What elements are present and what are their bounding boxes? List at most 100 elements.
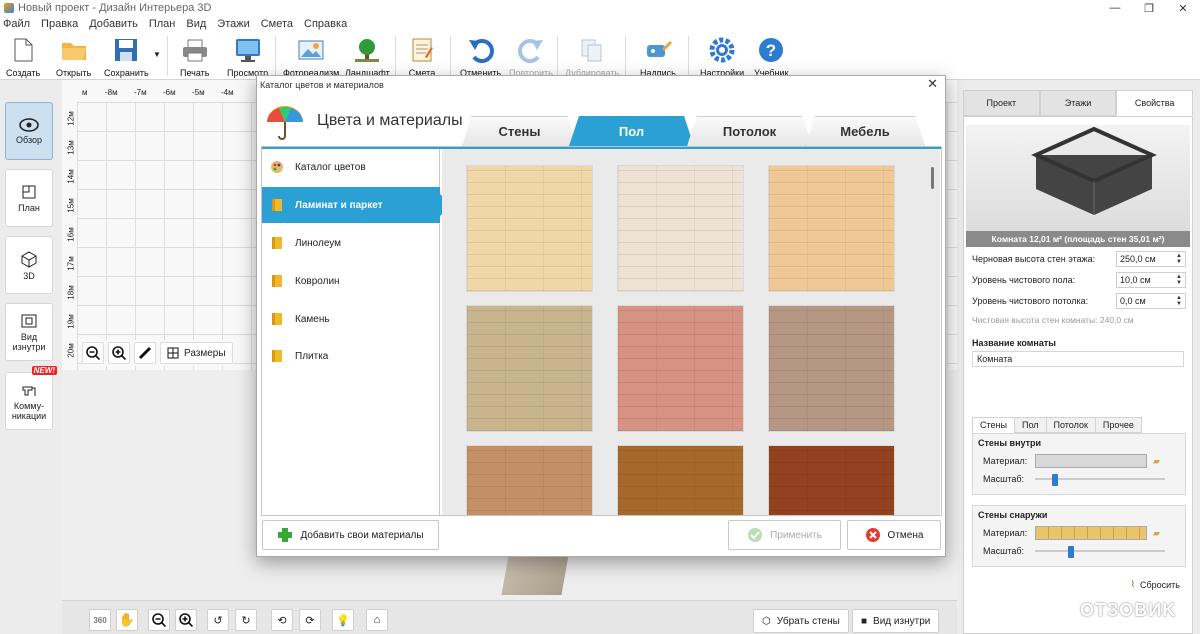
material-tile[interactable] [466, 305, 593, 432]
cancel-button[interactable]: Отмена [847, 520, 941, 550]
menu-edit[interactable]: Правка [41, 18, 78, 30]
subtab-floor[interactable]: Пол [1013, 417, 1047, 433]
category-colors[interactable]: Каталог цветов [262, 149, 440, 185]
save-button[interactable]: Сохранить [104, 36, 149, 78]
ceiling-level-spinner[interactable]: 0,0 см ▲ ▼ [1116, 293, 1186, 309]
communications-button[interactable]: NEW! Комму-никации [5, 366, 57, 430]
measure-button[interactable] [134, 342, 156, 364]
inner-material-swatch[interactable] [1035, 454, 1147, 468]
tab-floor[interactable]: Пол [569, 116, 694, 146]
category-laminate[interactable]: Ламинат и паркет [262, 187, 451, 223]
new-file-icon [9, 36, 37, 64]
tab-ceiling[interactable]: Потолок [687, 116, 812, 146]
tab-floors[interactable]: Этажи [1039, 90, 1117, 116]
palette-icon [270, 160, 284, 174]
tab-project[interactable]: Проект [963, 90, 1040, 116]
outer-scale-slider[interactable] [1035, 546, 1165, 558]
gear-icon [708, 36, 736, 64]
menu-help[interactable]: Справка [304, 18, 347, 30]
material-tile[interactable] [617, 305, 744, 432]
tilt-down-button[interactable]: ⟳ [299, 609, 321, 631]
3d-view-button[interactable]: 3D [5, 236, 53, 294]
category-tile[interactable]: Плитка [262, 338, 440, 374]
category-stone[interactable]: Камень [262, 301, 440, 337]
duplicate-button[interactable]: Дублировать [565, 36, 619, 78]
menu-plan[interactable]: План [149, 18, 176, 30]
remove-walls-button[interactable]: ⬡ Убрать стены [753, 609, 849, 633]
outer-material-swatch[interactable] [1035, 526, 1147, 540]
undo-icon [467, 36, 495, 64]
reset-button[interactable]: ⌇ Сбросить [1131, 579, 1180, 590]
menu-estimate[interactable]: Смета [261, 18, 293, 30]
add-materials-button[interactable]: Добавить свои материалы [262, 520, 439, 550]
subtab-ceiling[interactable]: Потолок [1045, 417, 1096, 433]
help-icon: ? [757, 36, 785, 64]
subtab-other[interactable]: Прочее [1094, 417, 1142, 433]
floor-level-spinner[interactable]: 10,0 см ▲ ▼ [1116, 272, 1186, 288]
category-carpet[interactable]: Ковролин [262, 263, 440, 299]
settings-button[interactable]: Настройки [700, 36, 744, 78]
material-tile[interactable] [466, 445, 593, 515]
menu-view[interactable]: Вид [186, 18, 206, 30]
plan-view-button[interactable]: План [5, 169, 53, 227]
create-button[interactable]: Создать [6, 36, 40, 78]
floor-height-spinner[interactable]: 250,0 см ▲ ▼ [1116, 251, 1186, 267]
estimate-button[interactable]: Смета [408, 36, 436, 78]
material-tile[interactable] [466, 165, 593, 292]
3d-toolbar: 360 ✋ ↺ ↻ ⟲ ⟳ 💡 ⌂ ⬡ Убрать стены ■ Вид изн… [62, 600, 957, 634]
tutorial-button[interactable]: ? Учебник [754, 36, 788, 78]
menu-file[interactable]: Файл [3, 18, 30, 30]
close-icon[interactable]: ✕ [1166, 0, 1200, 16]
home-view-button[interactable]: ⌂ [366, 609, 388, 631]
landscape-button[interactable]: Ландшафт [345, 36, 390, 78]
zoom-in-button[interactable] [108, 342, 130, 364]
tab-furniture[interactable]: Мебель [805, 116, 925, 146]
zoom-out-icon [152, 613, 166, 627]
apply-button[interactable]: Применить [728, 520, 841, 550]
material-tile[interactable] [617, 445, 744, 515]
sizes-button[interactable]: Размеры [160, 342, 233, 364]
material-tile[interactable] [768, 165, 895, 292]
rotate-right-button[interactable]: ↻ [235, 609, 257, 631]
zoom-out-button[interactable] [82, 342, 104, 364]
pan-button[interactable]: ✋ [116, 609, 138, 631]
photorealism-button[interactable]: Фотореализм [283, 36, 339, 78]
light-button[interactable]: 💡 [332, 609, 354, 631]
category-linoleum[interactable]: Линолеум [262, 225, 440, 261]
subtab-walls[interactable]: Стены [972, 417, 1015, 433]
tilt-up-button[interactable]: ⟲ [271, 609, 293, 631]
folder-icon[interactable]: ▰ [1153, 528, 1160, 539]
zoom-out-3d-button[interactable] [148, 609, 170, 631]
rotate-left-icon: ↺ [213, 614, 223, 627]
rotate-360-button[interactable]: 360 [89, 609, 111, 631]
material-tile[interactable] [768, 445, 895, 515]
tab-walls[interactable]: Стены [462, 116, 577, 146]
menu-add[interactable]: Добавить [89, 18, 138, 30]
rotate-left-button[interactable]: ↺ [207, 609, 229, 631]
maximize-icon[interactable]: ❐ [1132, 0, 1166, 16]
folder-icon[interactable]: ▰ [1153, 456, 1160, 467]
grid-icon [167, 347, 179, 359]
save-dropdown-icon[interactable]: ▼ [153, 50, 161, 59]
redo-button[interactable]: Повторить [509, 36, 553, 78]
material-tile[interactable] [617, 165, 744, 292]
preview-button[interactable]: Просмотр [227, 36, 268, 78]
material-tile[interactable] [768, 305, 895, 432]
scrollbar-thumb[interactable] [931, 167, 934, 189]
close-icon[interactable]: ✕ [927, 76, 938, 92]
minimize-icon[interactable]: — [1098, 0, 1132, 16]
print-button[interactable]: Печать [180, 36, 209, 78]
undo-button[interactable]: Отменить [460, 36, 501, 78]
inner-scale-slider[interactable] [1035, 474, 1165, 486]
label-button[interactable]: Надпись [640, 36, 676, 78]
view-inside-button[interactable]: ■ Вид изнутри [852, 609, 940, 633]
overview-button[interactable]: Обзор [5, 102, 53, 160]
tilt-down-icon: ⟳ [305, 614, 315, 627]
room-name-input[interactable]: Комната [972, 351, 1184, 367]
menu-floors[interactable]: Этажи [217, 18, 249, 30]
tab-properties[interactable]: Свойства [1116, 90, 1194, 116]
zoom-in-3d-button[interactable] [175, 609, 197, 631]
open-button[interactable]: Открыть [56, 36, 91, 78]
inside-view-button[interactable]: Вид изнутри [5, 303, 53, 361]
redo-icon [517, 36, 545, 64]
